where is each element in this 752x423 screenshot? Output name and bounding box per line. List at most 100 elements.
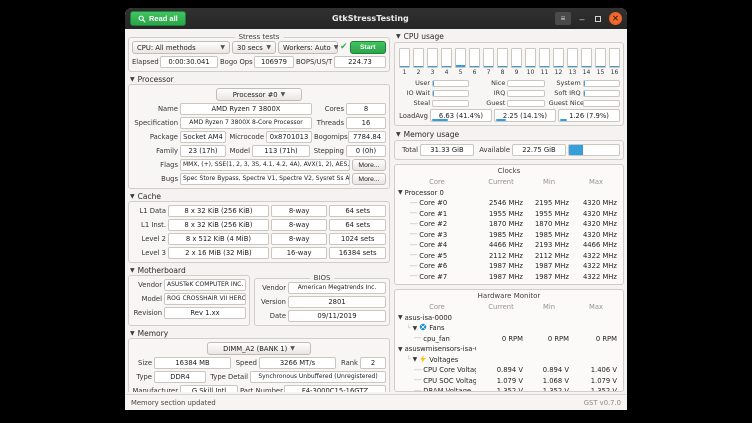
cpu-stat-fill bbox=[584, 91, 585, 96]
hardware-monitor-table: CoreCurrentMinMax▼asus-isa-0000└▼Fans──c… bbox=[398, 302, 620, 392]
collapse-triangle-icon[interactable]: ▼ bbox=[413, 356, 418, 363]
cpu-core-trough bbox=[581, 48, 592, 68]
hwmon-subgroup-row[interactable]: └▼Fans bbox=[398, 323, 620, 334]
hwmon-max-value: 0 RPM bbox=[572, 335, 620, 343]
stress-workers-value: Workers: Auto bbox=[283, 44, 331, 52]
cpu-core-bar: 9 bbox=[511, 48, 522, 76]
mb-vendor-label: Vendor bbox=[132, 281, 162, 289]
read-all-button[interactable]: Read all bbox=[130, 11, 186, 26]
maximize-button[interactable] bbox=[593, 14, 603, 24]
cpu-core-bar: 5 bbox=[455, 48, 466, 76]
cpu-usage-expander[interactable]: ▼ CPU usage bbox=[394, 31, 624, 42]
cache-sets-field: 64 sets bbox=[329, 205, 386, 217]
mb-model-field: ROG CROSSHAIR VII HERO bbox=[164, 293, 246, 305]
close-button[interactable]: ✕ bbox=[609, 12, 622, 25]
mem-type-label: Type bbox=[132, 373, 152, 381]
cores-field: 8 bbox=[346, 103, 386, 115]
bogomips-label: Bogomips bbox=[314, 133, 346, 141]
cpu-core-number: 7 bbox=[487, 69, 491, 76]
motherboard-expander[interactable]: ▼ Motherboard bbox=[128, 266, 390, 275]
cpu-core-trough bbox=[427, 48, 438, 68]
bios-date-label: Date bbox=[258, 312, 286, 320]
hwmon-subgroup-row[interactable]: └▼Voltages bbox=[398, 355, 620, 366]
hwmon-group-row[interactable]: ▼asus-isa-0000 bbox=[398, 313, 620, 324]
loadavg-level-bar bbox=[496, 119, 506, 121]
motherboard-frame: Vendor ASUSTeK COMPUTER INC. Model ROG C… bbox=[128, 275, 250, 326]
clocks-row: ──Core #11955 MHz1955 MHz4320 MHz bbox=[398, 209, 620, 220]
clock-max-value: 4320 MHz bbox=[572, 210, 620, 218]
stepping-field: 0 (0h) bbox=[346, 145, 386, 157]
bios-vendor-field: American Megatrends Inc. bbox=[288, 282, 386, 294]
stress-duration-dropdown[interactable]: 30 secs ▼ bbox=[232, 41, 276, 54]
start-button[interactable]: Start bbox=[350, 41, 386, 54]
bugs-more-button[interactable]: More... bbox=[352, 173, 386, 185]
collapse-triangle-icon[interactable]: ▼ bbox=[398, 189, 403, 196]
bios-version-row: Version 2801 bbox=[258, 296, 386, 308]
stress-workers-dropdown[interactable]: Workers: Auto ▼ bbox=[278, 41, 338, 54]
threads-label: Threads bbox=[314, 119, 344, 127]
cpu-stat-bar bbox=[583, 80, 620, 87]
cpu-stat-label: Guest bbox=[473, 99, 505, 107]
clock-core-label: ──Core #0 bbox=[398, 199, 476, 207]
loadavg-fields: 6.63 (41.4%)2.25 (14.1%)1.26 (7.9%) bbox=[430, 109, 620, 122]
menu-button[interactable]: ≡ bbox=[555, 12, 571, 25]
cpu-core-bar: 4 bbox=[441, 48, 452, 76]
bios-date-row: Date 09/11/2019 bbox=[258, 310, 386, 322]
hwmon-group-row[interactable]: ▼asuswmisensors-isa-0000 bbox=[398, 344, 620, 355]
clock-core-label: ──Core #1 bbox=[398, 210, 476, 218]
cpu-core-bar: 12 bbox=[553, 48, 564, 76]
memory-slot-dropdown[interactable]: DIMM_A2 (BANK 1) ▼ bbox=[207, 342, 311, 355]
cpu-core-fill bbox=[610, 66, 619, 67]
clocks-header-row: CoreCurrentMinMax bbox=[398, 177, 620, 188]
cpu-stat: User bbox=[398, 79, 469, 87]
cpu-stat-bar bbox=[583, 90, 620, 97]
clock-max-value: 4320 MHz bbox=[572, 199, 620, 207]
clock-min-value: 2193 MHz bbox=[526, 241, 572, 249]
loadavg-value: 2.25 (14.1%) bbox=[494, 109, 556, 122]
clock-core-label: ──Core #4 bbox=[398, 241, 476, 249]
stress-duration-value: 30 secs bbox=[237, 44, 263, 52]
clocks-group-row[interactable]: ▼Processor 0 bbox=[398, 188, 620, 199]
cpu-stat: System bbox=[549, 79, 620, 87]
collapse-triangle-icon[interactable]: ▼ bbox=[413, 325, 418, 332]
stress-results-row: Elapsed 0:00:30.041 Bogo Ops 106979 BOPS… bbox=[132, 56, 386, 68]
model-field: 113 (71h) bbox=[252, 145, 310, 157]
tree-branch: ── bbox=[410, 263, 417, 270]
clocks-row: ──Core #31985 MHz1985 MHz4320 MHz bbox=[398, 230, 620, 241]
clocks-header-cell: Core bbox=[398, 178, 476, 186]
cpu-stat-fill bbox=[584, 81, 585, 86]
elapsed-label: Elapsed bbox=[132, 58, 158, 66]
motherboard-section: Vendor ASUSTeK COMPUTER INC. Model ROG C… bbox=[128, 275, 390, 326]
clocks-row: ──Core #02546 MHz2195 MHz4320 MHz bbox=[398, 198, 620, 209]
cache-sets-field: 16384 sets bbox=[329, 247, 386, 259]
minimize-button[interactable]: – bbox=[577, 14, 587, 24]
processor-selector-dropdown[interactable]: Processor #0 ▼ bbox=[216, 88, 302, 101]
collapse-triangle-icon: ▼ bbox=[130, 76, 135, 83]
stress-method-dropdown[interactable]: CPU: All methods ▼ bbox=[132, 41, 230, 54]
cpu-stat: Guest Nice bbox=[549, 99, 620, 107]
hwmon-sensor-text: CPU SOC Voltage bbox=[423, 377, 476, 385]
flags-more-button[interactable]: More... bbox=[352, 159, 386, 171]
processor-expander[interactable]: ▼ Processor bbox=[128, 75, 390, 84]
hwmon-sensor-text: CPU Core Voltage bbox=[423, 366, 476, 374]
memory-selector-row: DIMM_A2 (BANK 1) ▼ bbox=[132, 342, 386, 355]
collapse-triangle-icon[interactable]: ▼ bbox=[398, 346, 403, 353]
processor-flags-row: Flags MMX, (+), SSE(1, 2, 3, 3S, 4.1, 4.… bbox=[132, 159, 386, 171]
cpu-core-fill bbox=[442, 66, 451, 67]
cpu-core-bar: 8 bbox=[497, 48, 508, 76]
collapse-triangle-icon[interactable]: ▼ bbox=[398, 314, 403, 321]
cache-expander[interactable]: ▼ Cache bbox=[128, 192, 390, 201]
cpu-stat-label: Guest Nice bbox=[549, 99, 581, 107]
cpu-usage-header-label: CPU usage bbox=[404, 32, 444, 41]
cpu-stat-bar bbox=[507, 90, 544, 97]
memory-usage-expander[interactable]: ▼ Memory usage bbox=[394, 129, 624, 140]
bios-title: BIOS bbox=[310, 274, 335, 282]
hwmon-group-label: ▼asus-isa-0000 bbox=[398, 314, 476, 322]
app-version: GST v0.7.0 bbox=[584, 399, 621, 407]
desktop-background: Read all GtkStressTesting ≡ – ✕ Stress t… bbox=[0, 0, 752, 423]
clocks-row: ──Core #61987 MHz1987 MHz4322 MHz bbox=[398, 261, 620, 272]
memory-expander[interactable]: ▼ Memory bbox=[128, 329, 390, 338]
clocks-row: ──Core #44466 MHz2193 MHz4466 MHz bbox=[398, 240, 620, 251]
tree-branch: ── bbox=[410, 242, 417, 249]
cpu-stat: Steal bbox=[398, 99, 469, 107]
